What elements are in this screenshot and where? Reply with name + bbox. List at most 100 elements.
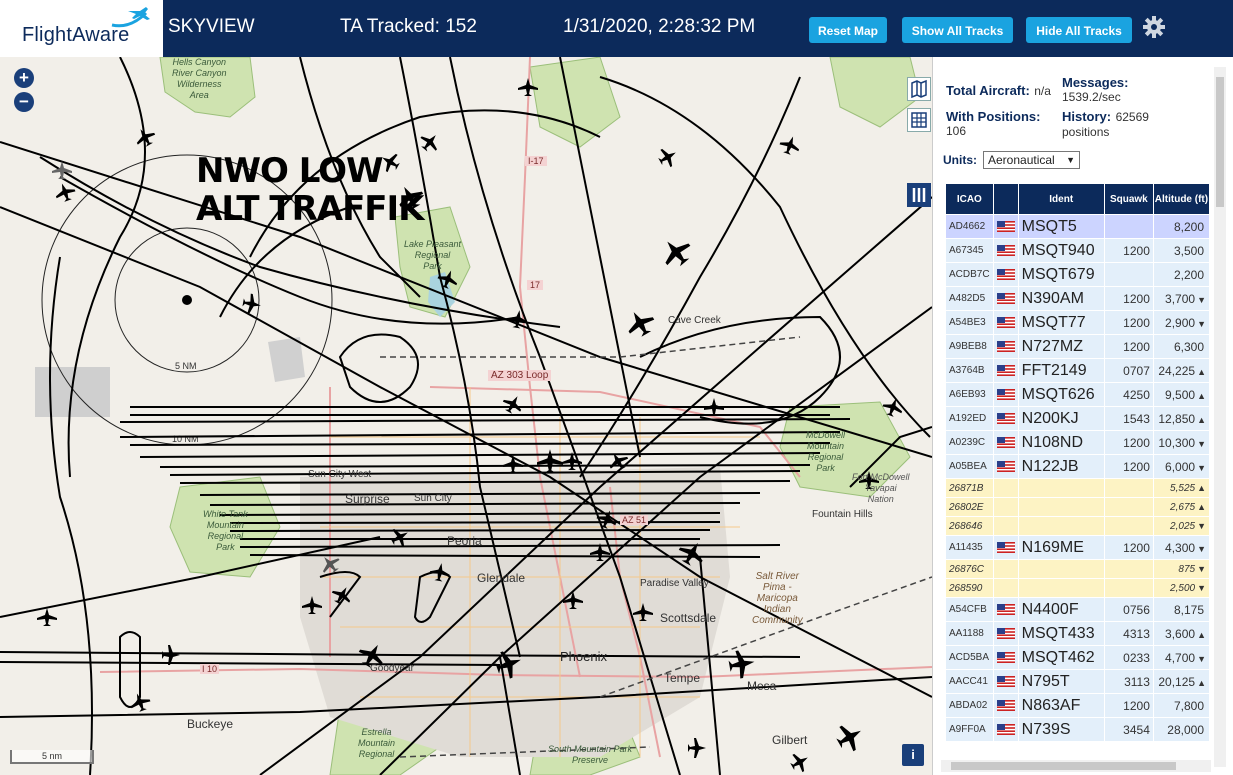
table-row[interactable]: A9FF0A N739S 3454 28,000 [945,717,1211,742]
zoom-out-button[interactable]: − [14,92,34,112]
col-icao[interactable]: ICAO [945,183,994,215]
altitude-trend-icon: ▲ [1197,390,1206,401]
cell-squawk: 1200 [1103,454,1154,479]
cell-flag [992,497,1019,517]
cell-squawk: 1543 [1103,406,1154,431]
altitude-trend-icon: ▼ [1197,563,1206,574]
table-row[interactable]: A11435 N169ME 1200 4,300 ▼ [945,535,1211,560]
place-label-sun-city: Sun City [414,493,452,504]
us-flag-icon [996,244,1015,256]
col-altitude[interactable]: Altitude (ft) [1152,183,1211,215]
us-flag-icon [996,220,1015,232]
table-row[interactable]: ACDB7C MSQT679 2,200 [945,262,1211,287]
cell-flag [992,310,1019,335]
cell-flag [992,669,1019,694]
table-row[interactable]: AD4662 MSQT5 8,200 [945,214,1211,239]
us-flag-icon [996,627,1015,639]
table-row[interactable]: AACC41 N795T 3113 20,125 ▲ [945,669,1211,694]
columns-toggle-button[interactable] [907,183,931,207]
map-canvas[interactable]: 5 NM 10 NM [0,57,932,775]
table-row[interactable]: ABDA02 N863AF 1200 7,800 [945,693,1211,718]
table-row[interactable]: 26876C 875 ▼ [945,559,1211,579]
place-label-sun-city-west: Sun City West [308,469,372,480]
table-row[interactable]: ACD5BA MSQT462 0233 4,700 ▼ [945,645,1211,670]
hide-all-tracks-button[interactable]: Hide All Tracks [1026,17,1132,43]
history-stat: History: 62569 positions [1062,109,1149,139]
table-row[interactable]: A54CFB N4400F 0756 8,175 [945,597,1211,622]
flightaware-logo[interactable]: FlightAware [0,0,163,57]
cell-squawk: 1200 [1103,535,1154,560]
flight-map[interactable]: 5 NM 10 NM Hells Canyon River Canyon Wil… [0,57,932,775]
cell-altitude: 24,225 ▲ [1152,358,1211,383]
vertical-scrollbar[interactable] [1214,67,1226,767]
cell-flag [992,262,1019,287]
table-row[interactable]: A54BE3 MSQT77 1200 2,900 ▼ [945,310,1211,335]
cell-ident: MSQT5 [1017,214,1105,239]
altitude-trend-icon: ▲ [1197,677,1206,688]
col-squawk[interactable]: Squawk [1103,183,1154,215]
cell-ident [1017,559,1105,579]
gear-icon[interactable] [1142,15,1166,39]
cell-squawk [1103,516,1154,536]
map-icon [911,79,927,99]
cell-flag [992,516,1019,536]
grid-icon [911,112,927,128]
cell-altitude: 2,675 ▲ [1152,497,1211,517]
info-button[interactable]: i [902,744,924,766]
cell-icao: A54CFB [945,597,994,622]
aircraft-table: ICAO Ident Squawk Altitude (ft) AD4662 MS… [945,183,1211,742]
cell-altitude: 10,300 ▼ [1152,430,1211,455]
cell-ident: N4400F [1017,597,1105,622]
cell-altitude: 3,600 ▲ [1152,621,1211,646]
map-layers-button[interactable] [907,77,931,101]
aircraft-icon [779,136,800,155]
table-row[interactable]: 268646 2,025 ▼ [945,516,1211,536]
table-row[interactable]: A482D5 N390AM 1200 3,700 ▼ [945,286,1211,311]
table-row[interactable]: A9BEB8 N727MZ 1200 6,300 [945,334,1211,359]
table-row[interactable]: A05BEA N122JB 1200 6,000 ▼ [945,454,1211,479]
cell-ident [1017,578,1105,598]
show-all-tracks-button[interactable]: Show All Tracks [902,17,1013,43]
cell-squawk: 1200 [1103,334,1154,359]
us-flag-icon [996,436,1015,448]
cell-icao: A0239C [945,430,994,455]
cell-altitude: 28,000 [1152,717,1211,742]
columns-icon [912,188,926,202]
col-ident[interactable]: Ident [1017,183,1105,215]
table-row[interactable]: A67345 MSQT940 1200 3,500 [945,238,1211,263]
cell-ident: N122JB [1017,454,1105,479]
horizontal-scrollbar[interactable] [941,760,1211,772]
us-flag-icon [996,651,1015,663]
place-label-phoenix: Phoenix [560,649,607,664]
cell-squawk: 4313 [1103,621,1154,646]
col-flag[interactable] [992,183,1019,215]
table-row[interactable]: A0239C N108ND 1200 10,300 ▼ [945,430,1211,455]
cell-flag [992,693,1019,718]
cell-altitude: 12,850 ▲ [1152,406,1211,431]
table-row[interactable]: 26802E 2,675 ▲ [945,497,1211,517]
us-flag-icon [996,412,1015,424]
table-row[interactable]: AA1188 MSQT433 4313 3,600 ▲ [945,621,1211,646]
table-row[interactable]: 268590 2,500 ▼ [945,578,1211,598]
zoom-in-button[interactable]: + [14,68,34,88]
reset-map-button[interactable]: Reset Map [809,17,887,43]
cell-icao: AA1188 [945,621,994,646]
cell-ident: N169ME [1017,535,1105,560]
table-row[interactable]: A192ED N200KJ 1543 12,850 ▲ [945,406,1211,431]
cell-icao: A9FF0A [945,717,994,742]
altitude-trend-icon: ▲ [1197,414,1206,425]
table-row[interactable]: A6EB93 MSQT626 4250 9,500 ▲ [945,382,1211,407]
scale-bar: 5 nm [10,750,94,764]
cell-altitude: 6,000 ▼ [1152,454,1211,479]
place-label-lake-pleasant: Lake Pleasant Regional Park [404,239,462,271]
cell-icao: A9BEB8 [945,334,994,359]
cell-flag [992,478,1019,498]
cell-icao: ACDB7C [945,262,994,287]
grid-toggle-button[interactable] [907,108,931,132]
aircraft-icon [37,608,57,626]
table-row[interactable]: A3764B FFT2149 0707 24,225 ▲ [945,358,1211,383]
cell-ident: N739S [1017,717,1105,742]
units-select[interactable]: Aeronautical ▼ [983,151,1080,169]
table-row[interactable]: 26871B 5,525 ▲ [945,478,1211,498]
cell-icao: A54BE3 [945,310,994,335]
